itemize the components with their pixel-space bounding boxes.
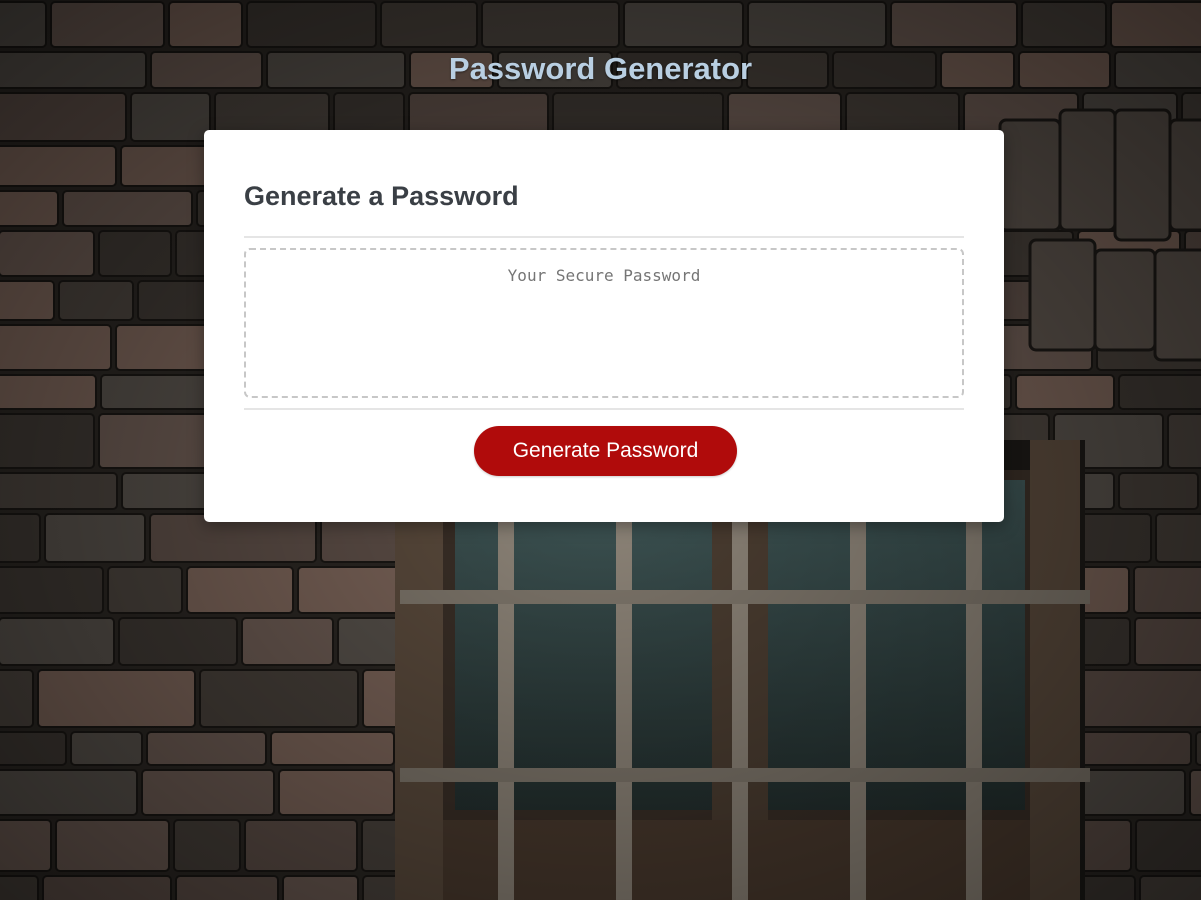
app-title: Password Generator (448, 51, 753, 86)
password-card: Generate a Password Generate Password (204, 130, 1004, 522)
card-footer-divider (244, 408, 964, 410)
card-header: Generate a Password (244, 168, 964, 238)
password-output[interactable] (244, 248, 964, 398)
generate-password-button[interactable]: Generate Password (474, 426, 737, 476)
card-title: Generate a Password (244, 181, 519, 211)
